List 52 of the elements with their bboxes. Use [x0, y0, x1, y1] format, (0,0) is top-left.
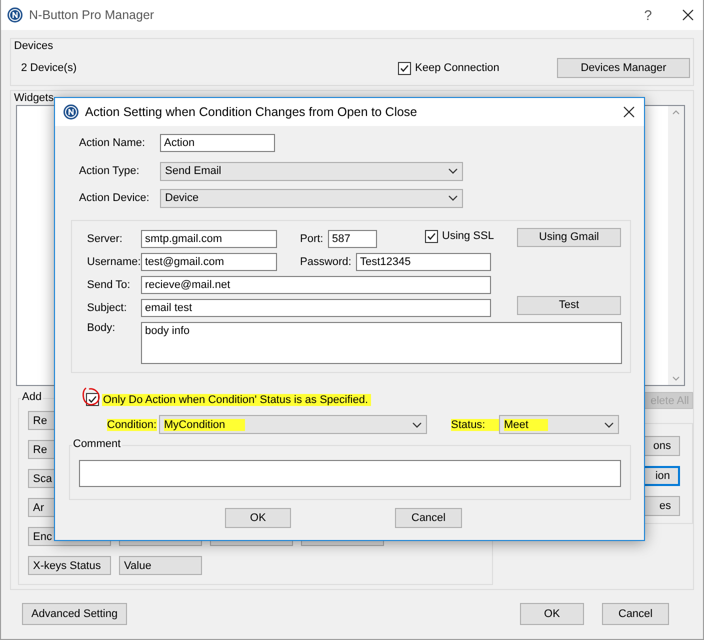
- field-label: Body:: [87, 322, 116, 334]
- ok-button[interactable]: OK: [520, 603, 584, 625]
- cancel-button[interactable]: Cancel: [602, 603, 669, 625]
- checkbox[interactable]: [425, 230, 438, 242]
- field-label: Status:: [451, 418, 499, 430]
- close-icon[interactable]: [682, 9, 694, 21]
- checkbox-label: Keep Connection: [415, 62, 500, 74]
- add-widget-button[interactable]: X-keys Status: [28, 556, 111, 575]
- ok-button[interactable]: OK: [225, 508, 291, 528]
- using-gmail-button[interactable]: Using Gmail: [517, 228, 621, 246]
- test-button[interactable]: Test: [517, 296, 621, 314]
- group-title: Devices: [13, 40, 54, 52]
- close-icon[interactable]: [623, 106, 635, 118]
- checkbox[interactable]: [398, 62, 411, 74]
- field-label: Condition:: [107, 418, 157, 430]
- device-count: 2 Device(s): [21, 62, 78, 74]
- input-field[interactable]: 587: [328, 230, 377, 248]
- input-field[interactable]: email test: [141, 299, 491, 317]
- checkbox-label: Only Do Action when Condition' Status is as Specified.: [102, 394, 372, 406]
- add-widget-button[interactable]: Value: [119, 556, 202, 575]
- condition-dropdown[interactable]: MyCondition: [159, 415, 427, 434]
- checkbox-label: Using SSL: [442, 230, 494, 242]
- field-label: Port:: [300, 233, 324, 245]
- group-title: Comment: [72, 438, 122, 450]
- field-label: Send To:: [87, 279, 132, 291]
- field-label: Action Type:: [79, 165, 140, 177]
- input-field[interactable]: Action: [160, 134, 275, 152]
- group-title: Widgets: [13, 92, 55, 104]
- app-logo-icon: [63, 104, 79, 120]
- field-label: Action Device:: [79, 192, 150, 204]
- action-type-dropdown[interactable]: Send Email: [160, 162, 463, 180]
- input-field[interactable]: smtp.gmail.com: [141, 230, 277, 248]
- comment-field[interactable]: [79, 460, 621, 487]
- cancel-button[interactable]: Cancel: [395, 508, 462, 528]
- field-label: Action Name:: [79, 137, 146, 149]
- field-label: Subject:: [87, 302, 128, 314]
- advanced-setting-button[interactable]: Advanced Setting: [22, 603, 127, 625]
- devices-manager-button[interactable]: Devices Manager: [557, 58, 690, 78]
- help-button[interactable]: ?: [636, 7, 660, 23]
- app-logo-icon: [7, 7, 23, 23]
- group-title: Add: [21, 391, 43, 403]
- input-field[interactable]: recieve@mail.net: [141, 276, 491, 294]
- dialog-title: Action Setting when Condition Changes from Open to Close: [85, 105, 418, 119]
- status-dropdown[interactable]: Meet: [499, 415, 619, 434]
- action-device-dropdown[interactable]: Device: [160, 188, 463, 208]
- input-field[interactable]: Test12345: [356, 253, 491, 271]
- field-label: Server:: [87, 233, 124, 245]
- body-field[interactable]: body info: [141, 322, 622, 364]
- field-label: Password:: [300, 256, 352, 268]
- input-field[interactable]: test@gmail.com: [141, 253, 277, 271]
- field-label: Username:: [87, 256, 141, 268]
- window-title: N-Button Pro Manager: [29, 8, 156, 22]
